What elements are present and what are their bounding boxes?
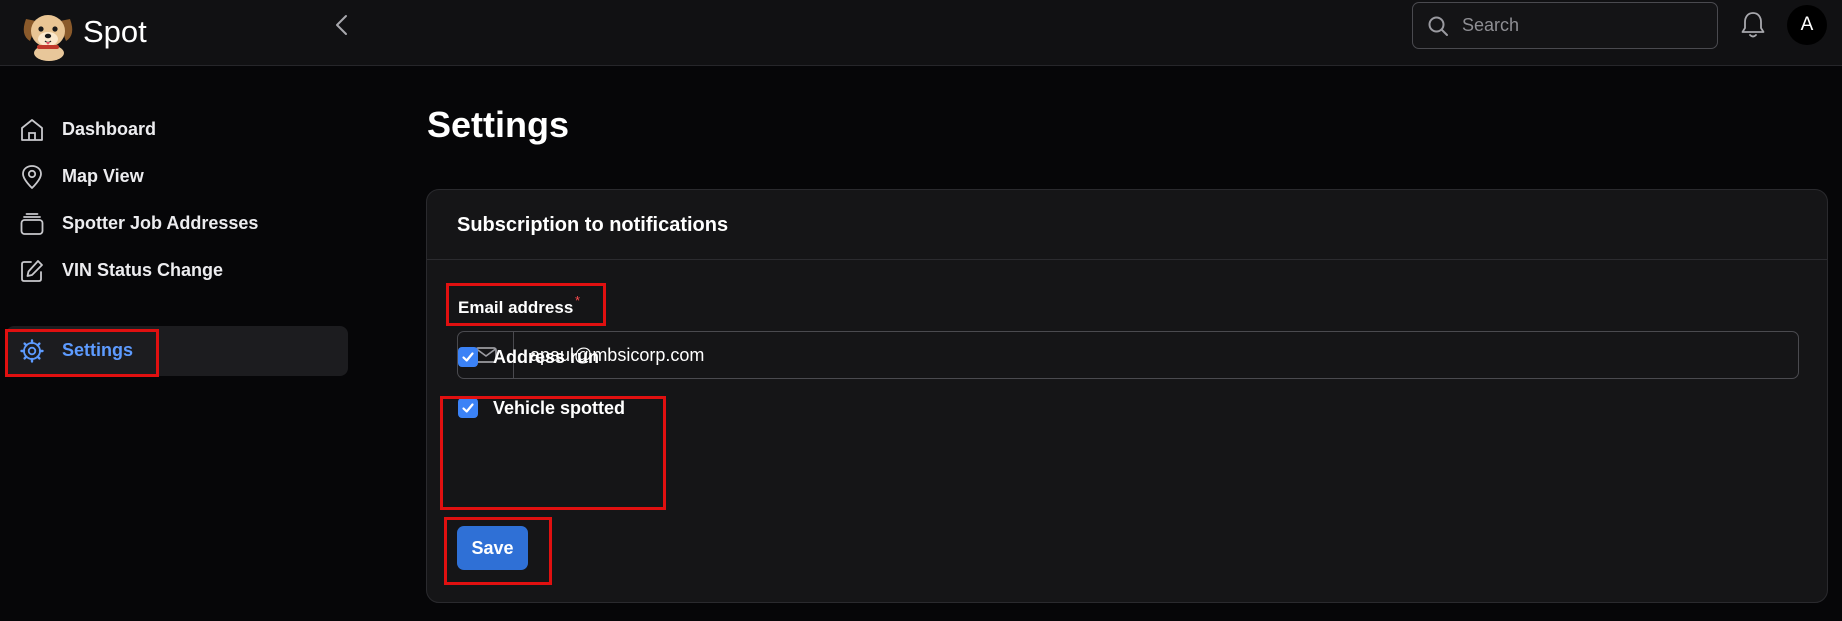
address-run-checkbox[interactable] [458,347,478,367]
collapse-sidebar-chevron-icon[interactable] [332,12,352,38]
sidebar-item-label: Dashboard [62,119,157,139]
sidebar-item-label: Map View [62,166,144,186]
save-button[interactable]: Save [457,526,528,570]
address-run-checkbox-row[interactable]: Address run [458,342,618,372]
home-icon [19,117,45,143]
avatar[interactable]: A [1787,5,1827,45]
card-header: Subscription to notifications [427,190,1827,260]
vehicle-spotted-checkbox[interactable] [458,398,478,418]
address-run-label: Address run [493,347,600,367]
edit-icon [19,258,45,284]
email-field-group [457,331,1799,379]
vehicle-spotted-checkbox-row[interactable]: Vehicle spotted [458,393,638,423]
layers-icon [19,211,45,237]
sidebar: Dashboard Map View Spotter Job Addresses… [0,67,360,621]
sidebar-item-settings[interactable]: Settings [6,326,348,376]
email-label: Email address [458,298,574,317]
sidebar-item-label: Settings [62,340,134,360]
sidebar-item-label: Spotter Job Addresses [62,213,259,233]
required-mark: * [575,293,581,308]
search-box[interactable] [1412,2,1718,49]
sidebar-item-vin-status-change[interactable]: VIN Status Change [6,246,348,296]
sidebar-item-spotter-job-addresses[interactable]: Spotter Job Addresses [6,199,348,249]
map-pin-icon [19,164,45,190]
email-field[interactable] [530,332,1780,378]
vehicle-spotted-label: Vehicle spotted [493,398,626,418]
card-title: Subscription to notifications [457,214,729,236]
search-icon [1427,15,1449,37]
app-brand: Spot [83,14,147,49]
notifications-card: Subscription to notifications Email addr… [426,189,1828,603]
gear-icon [19,338,45,364]
bell-icon[interactable] [1740,10,1766,40]
dog-logo-icon [18,9,78,61]
sidebar-item-label: VIN Status Change [62,260,224,280]
sidebar-item-dashboard[interactable]: Dashboard [6,105,348,155]
top-bar: Spot A [0,0,1842,66]
sidebar-item-map-view[interactable]: Map View [6,152,348,202]
search-input[interactable] [1462,3,1702,48]
page-title: Settings [427,104,570,145]
